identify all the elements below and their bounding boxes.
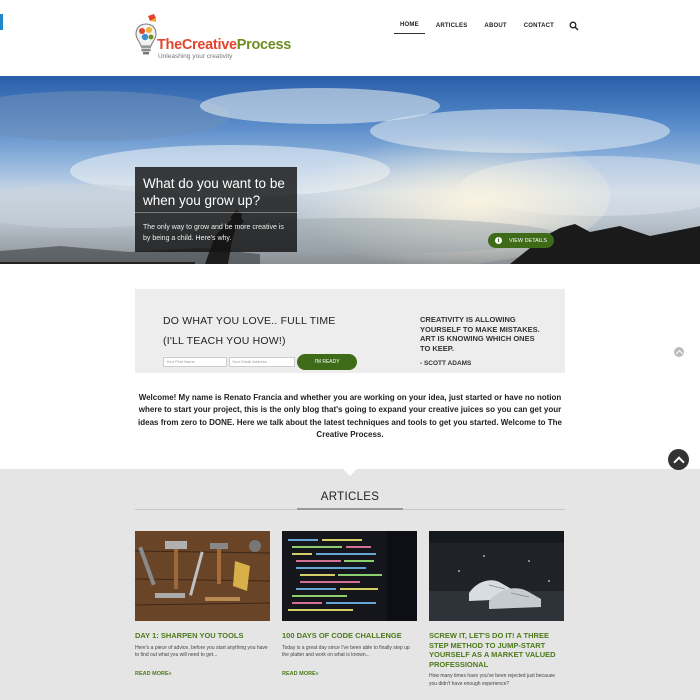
articles-divider-accent bbox=[297, 508, 403, 510]
article-title[interactable]: SCREW IT, LET'S DO IT! A THREE STEP METH… bbox=[429, 631, 564, 669]
first-name-input[interactable]: Your First Name bbox=[163, 357, 227, 367]
main-nav: HOME ARTICLES ABOUT CONTACT bbox=[394, 20, 579, 34]
hero-subtitle: The only way to grow and be more creativ… bbox=[143, 224, 284, 242]
article-excerpt: How many times have you've been rejected… bbox=[429, 673, 556, 687]
article-title[interactable]: DAY 1: SHARPEN YOU TOOLS bbox=[135, 631, 270, 641]
nav-item-about[interactable]: ABOUT bbox=[478, 21, 512, 34]
read-more-link[interactable]: READ MORE» bbox=[135, 671, 172, 677]
nav-item-contact[interactable]: CONTACT bbox=[518, 21, 560, 34]
view-details-label: VIEW DETAILS bbox=[509, 237, 548, 244]
logo-title-part2: Creative bbox=[181, 37, 237, 53]
logo-tagline: Unleashing your creativity bbox=[158, 53, 233, 60]
quote-text: CREATIVITY IS ALLOWING YOURSELF TO MAKE … bbox=[420, 315, 540, 353]
hero-title: What do you want to be when you grow up? bbox=[143, 176, 285, 208]
logo-title[interactable]: TheCreativeProcess bbox=[157, 37, 291, 53]
read-more-link[interactable]: READ MORE» bbox=[282, 671, 319, 677]
search-icon[interactable] bbox=[569, 21, 579, 31]
logo-title-part1: The bbox=[157, 37, 182, 53]
logo-title-part3: Process bbox=[236, 37, 292, 53]
hero-slider: What do you want to be when you grow up?… bbox=[0, 76, 700, 264]
optin-heading-line2: (I'LL TEACH YOU HOW!) bbox=[163, 335, 286, 347]
email-input[interactable]: Your Email Address bbox=[229, 357, 295, 367]
hero-background-image bbox=[0, 88, 700, 264]
section-notch bbox=[343, 469, 357, 476]
article-thumbnail-code[interactable] bbox=[282, 531, 417, 621]
side-tab[interactable] bbox=[0, 14, 3, 30]
site-header: TheCreativeProcess Unleashing your creat… bbox=[0, 0, 700, 76]
scroll-up-small-icon[interactable] bbox=[674, 347, 684, 357]
article-card[interactable]: DAY 1: SHARPEN YOU TOOLS Here's a piece … bbox=[135, 531, 270, 660]
article-card[interactable]: SCREW IT, LET'S DO IT! A THREE STEP METH… bbox=[429, 531, 564, 688]
hero-caption: What do you want to be when you grow up?… bbox=[135, 167, 297, 252]
article-thumbnail-tools[interactable] bbox=[135, 531, 270, 621]
view-details-button[interactable]: i VIEW DETAILS bbox=[488, 233, 554, 248]
hero-divider bbox=[135, 212, 297, 213]
nav-item-articles[interactable]: ARTICLES bbox=[430, 21, 474, 34]
article-title[interactable]: 100 DAYS OF CODE CHALLENGE bbox=[282, 631, 417, 641]
lightbulb-logo-icon[interactable] bbox=[134, 14, 158, 60]
article-card[interactable]: 100 DAYS OF CODE CHALLENGE Today is a gr… bbox=[282, 531, 417, 660]
article-thumbnail-sneakers[interactable] bbox=[429, 531, 564, 621]
articles-section: ARTICLES DAY 1: SHARPEN YOU TOOLS Here's… bbox=[0, 469, 700, 700]
im-ready-button[interactable]: I'M READY bbox=[297, 354, 357, 370]
articles-section-title: ARTICLES bbox=[320, 491, 380, 503]
info-icon: i bbox=[495, 237, 502, 244]
nav-item-home[interactable]: HOME bbox=[394, 20, 425, 34]
slider-progress-bar bbox=[0, 262, 195, 264]
quote-author: - SCOTT ADAMS bbox=[420, 360, 472, 367]
optin-heading-line1: DO WHAT YOU LOVE.. FULL TIME bbox=[163, 315, 336, 327]
welcome-text: Welcome! My name is Renato Francia and w… bbox=[138, 393, 562, 440]
back-to-top-button[interactable] bbox=[668, 449, 689, 470]
article-excerpt: Today is a great day since I've been abl… bbox=[282, 644, 410, 659]
optin-box: DO WHAT YOU LOVE.. FULL TIME (I'LL TEACH… bbox=[135, 289, 565, 373]
article-excerpt: Here's a piece of advice, before you sta… bbox=[135, 644, 268, 659]
